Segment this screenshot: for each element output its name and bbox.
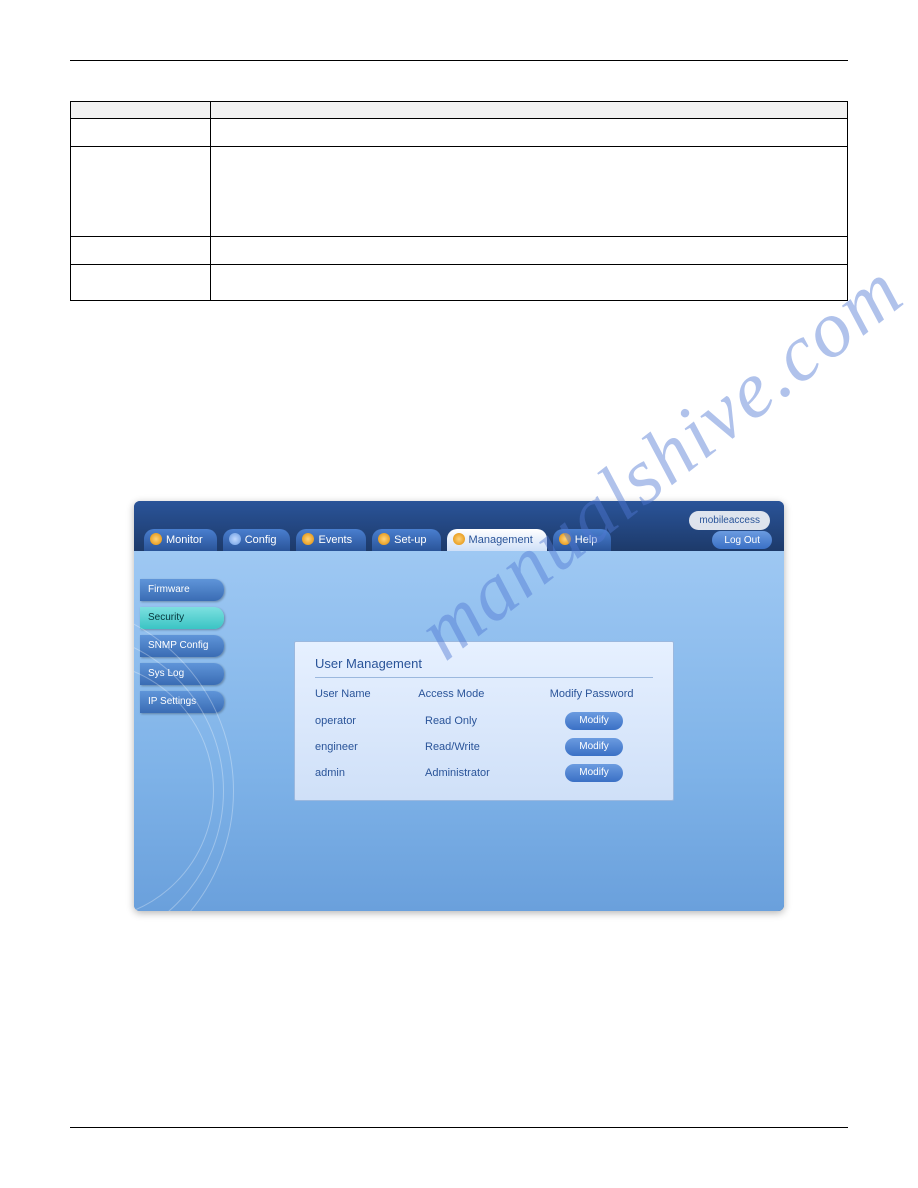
tab-icon (302, 533, 314, 545)
td (211, 237, 848, 265)
tab-label: Monitor (166, 534, 203, 546)
td (71, 237, 211, 265)
cell-mode: Read Only (425, 715, 565, 727)
cell-user: operator (315, 715, 425, 727)
modify-button[interactable]: Modify (565, 764, 623, 782)
col-user: User Name (315, 688, 418, 700)
cell-mode: Read/Write (425, 741, 565, 753)
td (71, 265, 211, 301)
divider-top (70, 60, 848, 61)
app-screenshot: mobileaccess MonitorConfigEventsSet-upMa… (134, 501, 784, 911)
modify-button[interactable]: Modify (565, 712, 623, 730)
table-row: engineerRead/WriteModify (315, 738, 653, 756)
cell-user: engineer (315, 741, 425, 753)
tab-icon (229, 533, 241, 545)
nav-tabs: Monitor Config Events Set-up Management Help (134, 527, 784, 551)
tab-icon (150, 533, 162, 545)
cell-mode: Administrator (425, 767, 565, 779)
parameter-table (70, 101, 848, 301)
td (211, 265, 848, 301)
user-management-panel: User Management User Name Access Mode Mo… (294, 641, 674, 801)
table-header: User Name Access Mode Modify Password (315, 688, 653, 700)
tab-label: Config (245, 534, 277, 546)
table-row: operatorRead OnlyModify (315, 712, 653, 730)
td (71, 119, 211, 147)
divider-bottom (70, 1127, 848, 1128)
td (211, 147, 848, 237)
th-col2 (211, 102, 848, 119)
cell-user: admin (315, 767, 425, 779)
modify-button[interactable]: Modify (565, 738, 623, 756)
sidebar-item-firmware[interactable]: Firmware (140, 579, 224, 601)
sidebar: FirmwareSecuritySNMP ConfigSys LogIP Set… (134, 551, 234, 911)
tab-events[interactable]: Events (296, 529, 366, 551)
tab-icon (453, 533, 465, 545)
sidebar-item-security[interactable]: Security (140, 607, 224, 629)
col-mode: Access Mode (418, 688, 549, 700)
app-topbar: mobileaccess MonitorConfigEventsSet-upMa… (134, 501, 784, 551)
tab-set-up[interactable]: Set-up (372, 529, 440, 551)
tab-management[interactable]: Management (447, 529, 547, 551)
tab-icon (559, 533, 571, 545)
tab-label: Management (469, 534, 533, 546)
tab-config[interactable]: Config (223, 529, 291, 551)
tab-label: Set-up (394, 534, 426, 546)
tab-icon (378, 533, 390, 545)
tab-help[interactable]: Help (553, 529, 612, 551)
tab-label: Help (575, 534, 598, 546)
tab-monitor[interactable]: Monitor (144, 529, 217, 551)
col-pwd: Modify Password (550, 688, 653, 700)
table-row: adminAdministratorModify (315, 764, 653, 782)
tab-label: Events (318, 534, 352, 546)
td (71, 147, 211, 237)
td (211, 119, 848, 147)
logout-button[interactable]: Log Out (712, 531, 772, 549)
th-col1 (71, 102, 211, 119)
panel-title: User Management (315, 656, 653, 678)
